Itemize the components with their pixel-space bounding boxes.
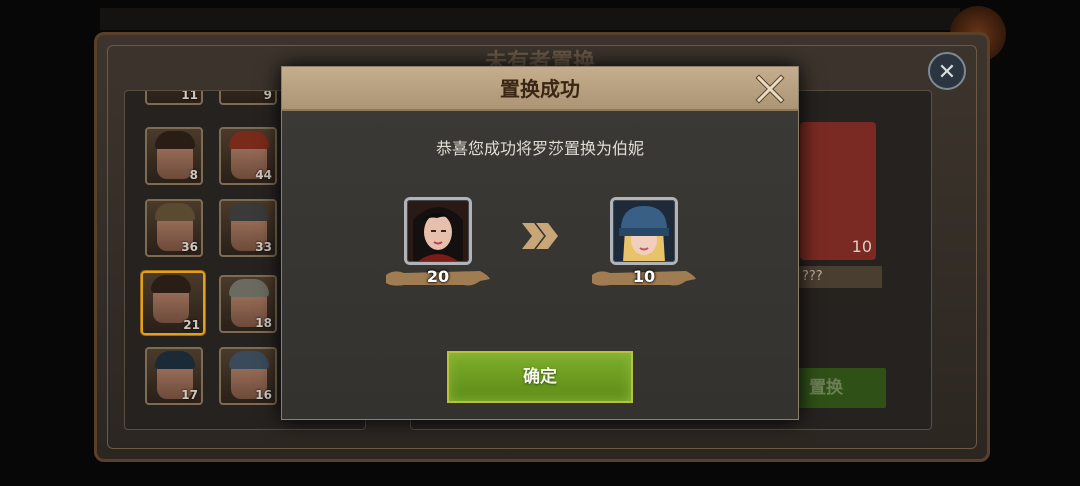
to-hero-count: 10 [632,267,656,286]
swap-success-dialog: 置换成功 恭喜您成功将罗莎置换为伯妮 20 10 确定 [281,66,799,420]
hero-slot[interactable]: 16 [219,347,277,405]
hero-count: 44 [255,168,272,182]
from-hero-count: 20 [426,267,450,286]
dialog-message: 恭喜您成功将罗莎置换为伯妮 [435,139,644,158]
hero-slot[interactable]: 8 [145,127,203,185]
hero-count: 11 [181,90,198,102]
hero-count: 16 [255,388,272,402]
dialog-title: 置换成功 [500,77,580,101]
hero-slot[interactable]: 9 [219,90,277,105]
from-hero-portrait [404,197,472,265]
hero-count: 36 [181,240,198,254]
hero-slot[interactable]: 17 [145,347,203,405]
double-chevron-right-icon [522,223,558,249]
close-icon[interactable]: ✕ [928,52,966,90]
hero-slot[interactable]: 18 [219,275,277,333]
hero-count: 17 [181,388,198,402]
hero-slot[interactable]: 44 [219,127,277,185]
hero-count: 33 [255,240,272,254]
target-hero-name: ??? [798,266,882,288]
hero-count: 18 [255,316,272,330]
hero-count: 21 [183,318,200,332]
target-hero-card: 10 [800,122,876,260]
hero-slot[interactable]: 33 [219,199,277,257]
target-count: 10 [851,237,872,256]
confirm-button[interactable]: 确定 [447,351,633,403]
hero-slot[interactable]: 36 [145,199,203,257]
hero-slot[interactable]: 11 [145,90,203,105]
confirm-button-label: 确定 [523,367,557,387]
close-icon[interactable] [752,71,788,107]
hero-bernie-avatar [613,200,675,262]
to-hero-portrait [610,197,678,265]
hero-slot-selected[interactable]: 21 [141,271,205,335]
hero-count: 9 [263,90,272,102]
hero-count: 8 [189,168,198,182]
hero-rosa-avatar [407,200,469,262]
top-bar [100,8,960,30]
